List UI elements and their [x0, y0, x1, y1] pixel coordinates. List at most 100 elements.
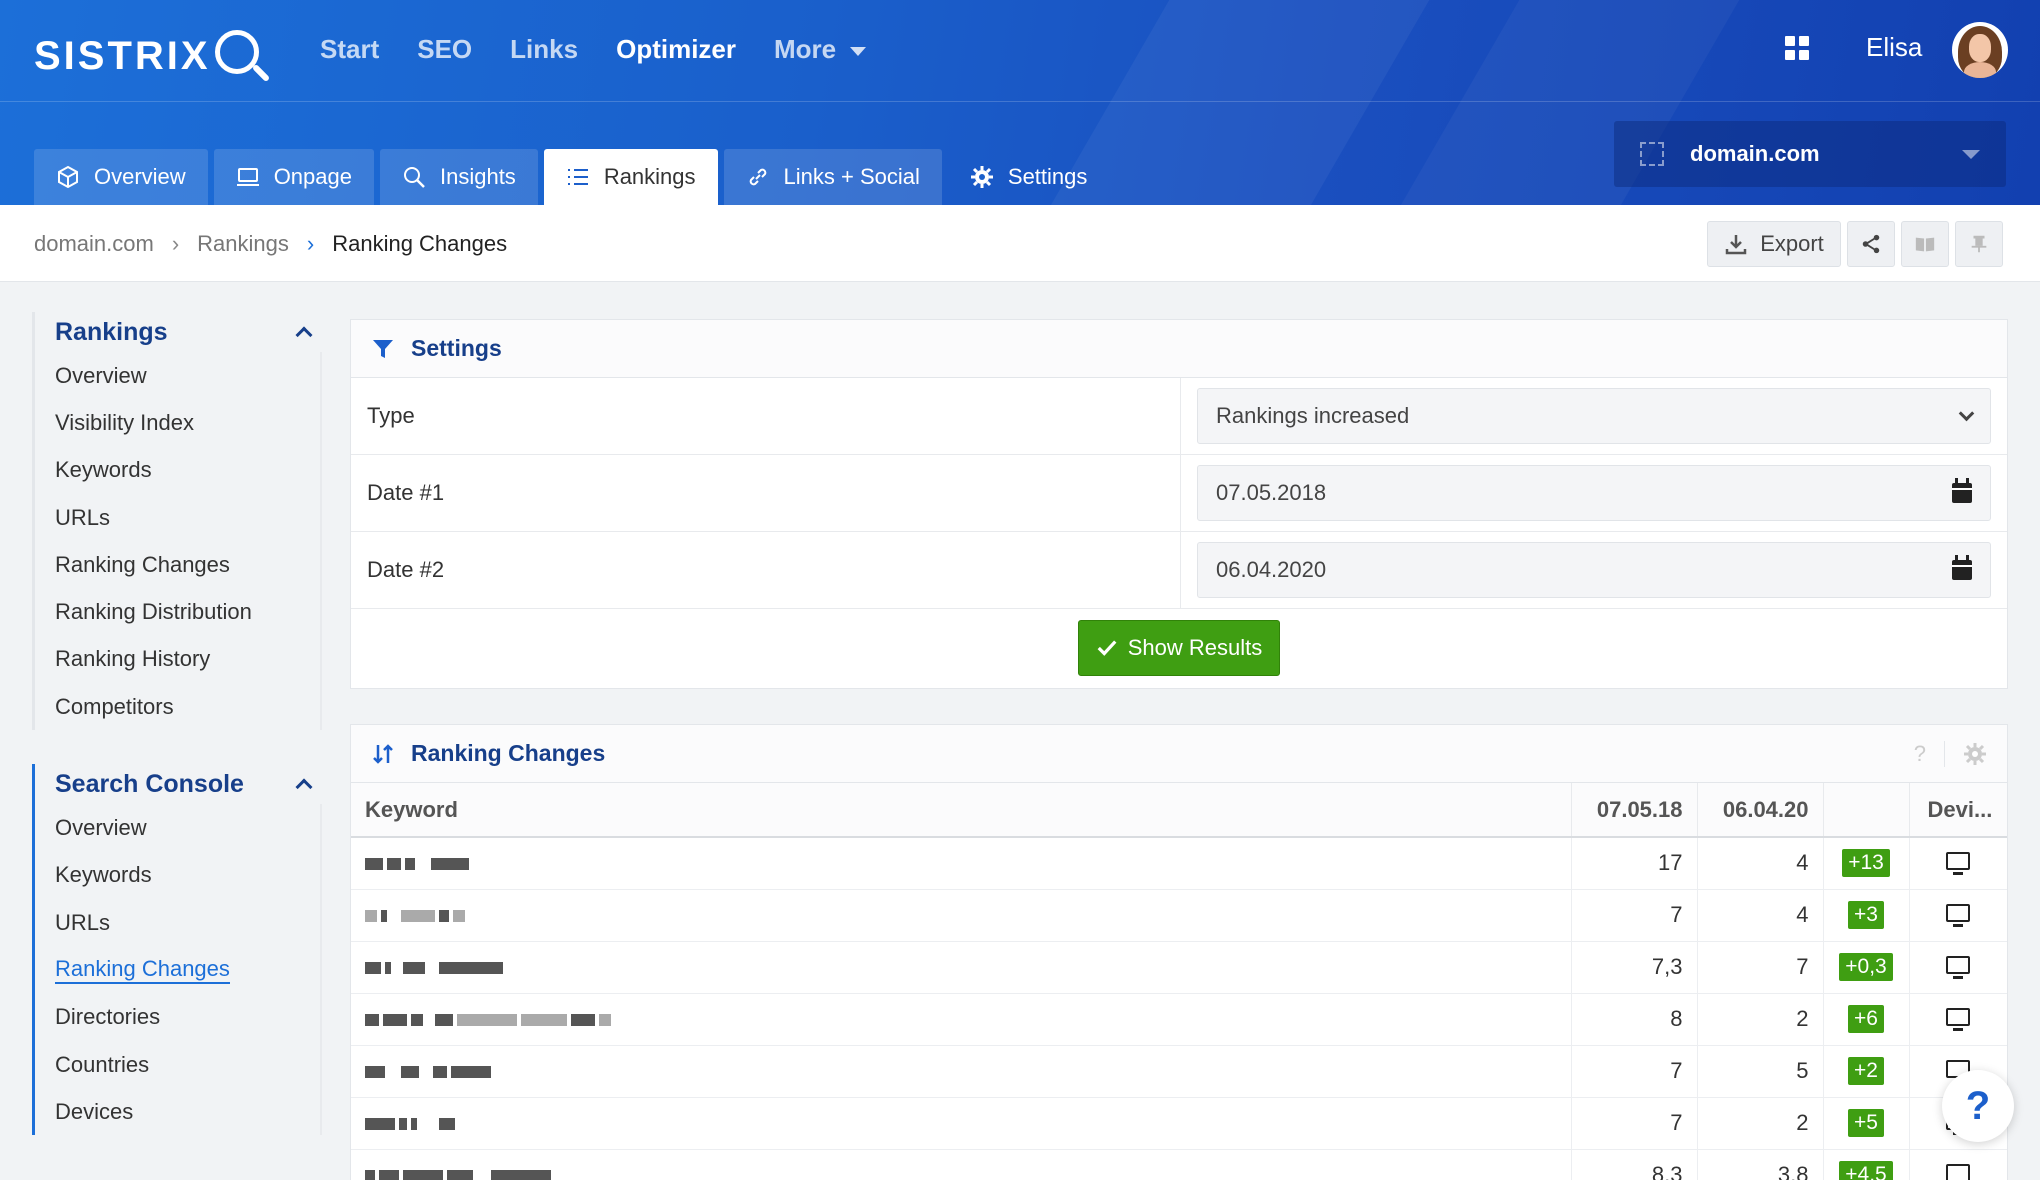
sidebar-item-sc-directories[interactable]: Directories: [55, 993, 322, 1041]
sidebar-item-ranking-changes[interactable]: Ranking Changes: [55, 541, 322, 589]
change-badge: +13: [1842, 849, 1890, 878]
bookmark-button[interactable]: [1901, 221, 1949, 267]
table-row[interactable]: 7,3 7 +0,3: [351, 941, 2007, 994]
tab-links-social[interactable]: Links + Social: [723, 149, 942, 205]
divider: [1944, 740, 1945, 767]
type-select-value: Rankings increased: [1216, 403, 1410, 428]
user-name[interactable]: Elisa: [1866, 32, 1922, 63]
export-label: Export: [1760, 231, 1824, 256]
date1-value: 7: [1571, 889, 1698, 942]
help-icon[interactable]: ?: [1914, 741, 1926, 767]
gear-icon: [970, 166, 993, 188]
col-change[interactable]: [1823, 783, 1910, 838]
date2-input[interactable]: 06.04.2020: [1197, 542, 1991, 598]
book-icon: [1915, 237, 1935, 252]
top-header: SISTRIX Start SEO Links Optimizer More E…: [0, 0, 2040, 205]
calendar-icon[interactable]: [1952, 478, 1972, 503]
date1-value: 8: [1571, 993, 1698, 1046]
date1-value: 07.05.2018: [1216, 480, 1327, 505]
sidebar-group-header[interactable]: Search Console: [55, 764, 322, 804]
nav-more-label: More: [774, 34, 837, 64]
main-nav: Start SEO Links Optimizer More: [320, 34, 867, 65]
sidebar-item-sc-urls[interactable]: URLs: [55, 898, 322, 947]
desktop-icon: [1946, 1008, 1971, 1031]
table-row[interactable]: 7 4 +3: [351, 889, 2007, 942]
table-row[interactable]: 7 5 +2: [351, 1045, 2007, 1098]
sidebar-item-visibility-index[interactable]: Visibility Index: [55, 399, 322, 447]
project-domain-select[interactable]: domain.com: [1614, 121, 2006, 187]
tab-insights-label: Insights: [439, 164, 516, 189]
tab-settings[interactable]: Settings: [948, 149, 1110, 205]
magnifier-logo-icon: [214, 26, 270, 86]
sistrix-logo[interactable]: SISTRIX: [34, 26, 270, 86]
sidebar-item-sc-keywords[interactable]: Keywords: [55, 851, 322, 899]
keyword-cell-redacted: [351, 1097, 1572, 1150]
pin-button[interactable]: [1955, 221, 2003, 267]
date2-value: 06.04.2020: [1216, 557, 1327, 582]
col-keyword[interactable]: Keyword: [351, 783, 1572, 838]
header-divider: [0, 101, 2040, 102]
date2-value: 2: [1697, 1097, 1824, 1150]
date2-value: 4: [1697, 837, 1824, 890]
sort-icon: [373, 743, 393, 764]
col-date2[interactable]: 06.04.20: [1697, 783, 1824, 838]
sidebar-group-header[interactable]: Rankings: [55, 312, 322, 352]
sidebar-item-competitors[interactable]: Competitors: [55, 683, 322, 731]
col-device[interactable]: Devi...: [1909, 783, 2007, 838]
date1-value: 7,3: [1571, 941, 1698, 994]
tab-rankings[interactable]: Rankings: [543, 149, 718, 205]
sidebar: Rankings Overview Visibility Index Keywo…: [32, 312, 322, 1136]
export-button[interactable]: Export: [1707, 221, 1841, 267]
apps-grid-icon[interactable]: [1785, 36, 1809, 60]
favicon-placeholder-icon: [1640, 142, 1664, 166]
share-button[interactable]: [1847, 221, 1895, 267]
sidebar-item-urls[interactable]: URLs: [55, 493, 322, 542]
table-row[interactable]: 8 2 +6: [351, 993, 2007, 1046]
project-domain: domain.com: [1690, 141, 1820, 166]
share-icon: [1862, 234, 1880, 254]
nav-more[interactable]: More: [774, 34, 867, 65]
caret-down-icon: [850, 46, 867, 56]
tab-overview-label: Overview: [94, 164, 186, 189]
tab-onpage[interactable]: Onpage: [213, 149, 374, 205]
ranking-changes-title: Ranking Changes: [411, 740, 606, 766]
change-badge: +5: [1848, 1109, 1884, 1137]
sidebar-item-sc-ranking-changes[interactable]: Ranking Changes: [55, 946, 322, 994]
sidebar-item-sc-overview[interactable]: Overview: [55, 804, 322, 852]
nav-optimizer[interactable]: Optimizer: [616, 34, 736, 65]
filter-icon: [373, 339, 393, 358]
nav-links[interactable]: Links: [510, 34, 578, 65]
gear-icon[interactable]: [1963, 742, 1987, 766]
help-button[interactable]: ?: [1942, 1070, 2014, 1142]
breadcrumb-rankings[interactable]: Rankings: [197, 231, 289, 257]
tab-insights[interactable]: Insights: [379, 149, 538, 205]
chevron-right-icon: ›: [306, 231, 315, 256]
col-date1[interactable]: 07.05.18: [1571, 783, 1698, 838]
settings-title: Settings: [411, 335, 502, 361]
nav-seo[interactable]: SEO: [417, 34, 472, 65]
sidebar-item-overview[interactable]: Overview: [55, 352, 322, 400]
date1-value: 7: [1571, 1097, 1698, 1150]
sidebar-group-rankings: Rankings Overview Visibility Index Keywo…: [32, 312, 322, 731]
table-row[interactable]: 17 4 +13: [351, 837, 2007, 890]
desktop-icon: [1946, 956, 1971, 979]
tab-onpage-label: Onpage: [273, 164, 352, 189]
type-select[interactable]: Rankings increased: [1197, 388, 1991, 444]
breadcrumb-domain[interactable]: domain.com: [34, 231, 154, 257]
settings-row-type: Type Rankings increased: [351, 378, 2007, 455]
sidebar-item-keywords[interactable]: Keywords: [55, 446, 322, 494]
date1-input[interactable]: 07.05.2018: [1197, 465, 1991, 521]
nav-start[interactable]: Start: [320, 34, 379, 65]
settings-row-date1: Date #1 07.05.2018: [351, 455, 2007, 532]
table-row[interactable]: 7 2 +5: [351, 1097, 2007, 1150]
sidebar-item-sc-devices[interactable]: Devices: [55, 1088, 322, 1136]
table-row[interactable]: 8,3 3,8 +4,5: [351, 1149, 2007, 1180]
avatar[interactable]: [1952, 22, 2008, 78]
calendar-icon[interactable]: [1952, 555, 1972, 580]
sidebar-item-ranking-history[interactable]: Ranking History: [55, 635, 322, 684]
show-results-button[interactable]: Show Results: [1078, 620, 1280, 676]
sidebar-item-ranking-distribution[interactable]: Ranking Distribution: [55, 588, 322, 636]
sidebar-item-sc-countries[interactable]: Countries: [55, 1040, 322, 1089]
checkmark-icon: [1097, 640, 1117, 656]
tab-overview[interactable]: Overview: [34, 149, 208, 205]
